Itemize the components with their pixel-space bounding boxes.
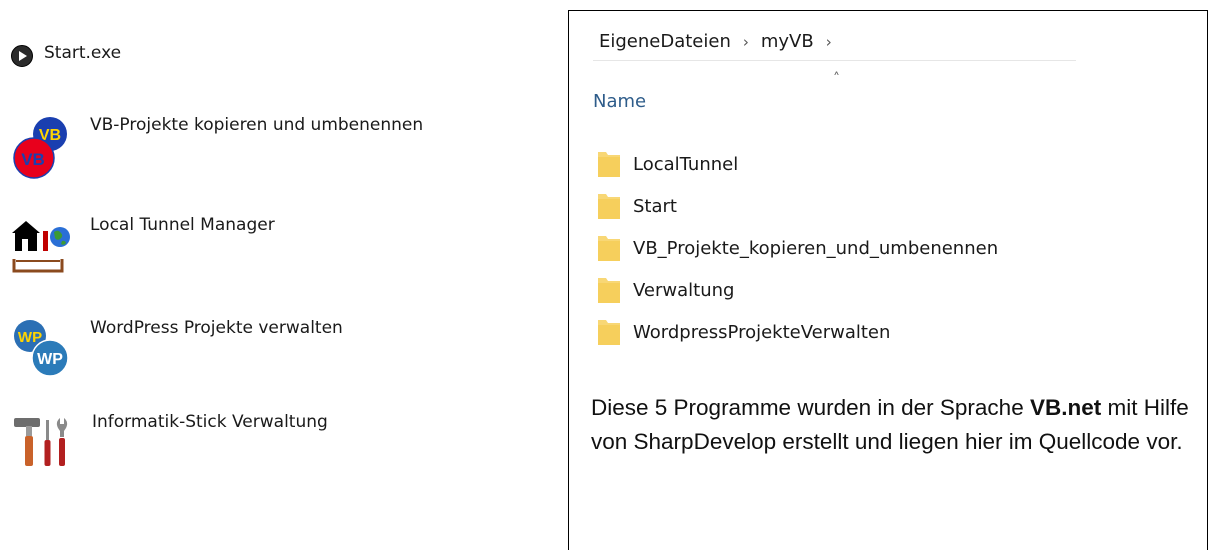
folder-row-wordpress[interactable]: WordpressProjekteVerwalten xyxy=(597,311,998,353)
folder-icon xyxy=(597,192,621,220)
folder-name: Start xyxy=(633,195,677,217)
launcher-item-label: WordPress Projekte verwalten xyxy=(90,318,343,338)
folder-row-vb-projekte[interactable]: VB_Projekte_kopieren_und_umbenennen xyxy=(597,227,998,269)
divider xyxy=(593,60,1076,61)
launcher-item-local-tunnel[interactable]: Local Tunnel Manager xyxy=(10,215,275,277)
chevron-right-icon[interactable]: › xyxy=(743,33,749,51)
launcher-item-label: Informatik-Stick Verwaltung xyxy=(92,412,328,432)
launcher-item-informatik-stick[interactable]: Informatik-Stick Verwaltung xyxy=(10,412,328,468)
file-list: LocalTunnel Start VB_Projekte_kopieren_u… xyxy=(597,143,998,353)
column-header-name[interactable]: Name xyxy=(593,91,646,112)
folder-name: WordpressProjekteVerwalten xyxy=(633,321,891,343)
svg-text:VB: VB xyxy=(21,150,45,169)
folder-icon xyxy=(597,276,621,304)
folder-icon xyxy=(597,318,621,346)
play-icon xyxy=(10,44,34,68)
vb-projects-icon: VB VB xyxy=(10,115,72,181)
svg-text:WP: WP xyxy=(37,351,63,368)
launcher-item-wordpress[interactable]: WP WP WordPress Projekte verwalten xyxy=(10,318,343,378)
folder-row-localtunnel[interactable]: LocalTunnel xyxy=(597,143,998,185)
tools-icon xyxy=(10,412,76,468)
chevron-right-icon[interactable]: › xyxy=(826,33,832,51)
breadcrumb-item-myvb[interactable]: myVB xyxy=(761,31,814,52)
breadcrumb-item-eigenedateien[interactable]: EigeneDateien xyxy=(599,31,731,52)
folder-icon xyxy=(597,150,621,178)
wordpress-icon: WP WP xyxy=(10,318,72,378)
folder-name: Verwaltung xyxy=(633,279,735,301)
explorer-panel: EigeneDateien › myVB › ˄ Name LocalTunne… xyxy=(568,10,1208,550)
breadcrumb: EigeneDateien › myVB › xyxy=(599,31,844,52)
folder-row-start[interactable]: Start xyxy=(597,185,998,227)
local-tunnel-icon xyxy=(10,215,74,277)
launcher-item-label: Start.exe xyxy=(44,43,122,63)
folder-name: LocalTunnel xyxy=(633,153,739,175)
folder-icon xyxy=(597,234,621,262)
launcher-item-vb-projects[interactable]: VB VB VB-Projekte kopieren und umbenenne… xyxy=(10,115,423,181)
launcher-item-start[interactable]: Start.exe xyxy=(10,43,121,68)
description-part: Diese 5 Programme wurden in der Sprache xyxy=(591,395,1030,420)
description-text: Diese 5 Programme wurden in der Sprache … xyxy=(591,391,1201,459)
launcher-item-label: Local Tunnel Manager xyxy=(90,215,275,235)
folder-row-verwaltung[interactable]: Verwaltung xyxy=(597,269,998,311)
program-launcher: Start.exe VB VB VB-Projekte kopieren und… xyxy=(0,0,560,546)
language-name: VB.net xyxy=(1029,395,1102,420)
launcher-item-label: VB-Projekte kopieren und umbenennen xyxy=(90,115,424,135)
folder-name: VB_Projekte_kopieren_und_umbenennen xyxy=(633,237,999,259)
sort-ascending-icon: ˄ xyxy=(833,71,840,87)
